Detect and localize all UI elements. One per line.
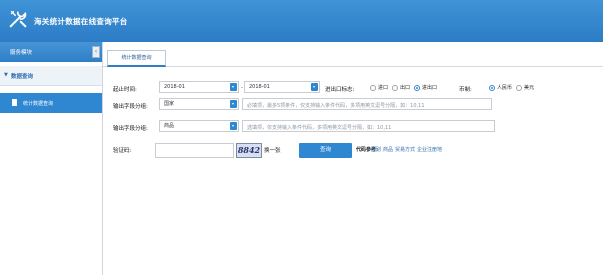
code-link-trade-mode[interactable]: 贸易方式 xyxy=(395,146,415,153)
document-icon xyxy=(12,99,17,106)
code-link-company-region[interactable]: 企业注册地 xyxy=(417,146,442,153)
radio-usd[interactable] xyxy=(516,84,523,91)
end-date-select[interactable]: 2018-01 xyxy=(244,81,320,93)
radio-import-export[interactable] xyxy=(414,84,421,91)
direction-label: 进出口标志: xyxy=(325,87,355,93)
chevron-down-icon xyxy=(230,83,237,91)
app-header: 海关统计数据在线查询平台 xyxy=(0,0,603,42)
group1-select[interactable]: 国家 xyxy=(159,98,239,110)
tab-strip: 统计数据查询 xyxy=(103,47,603,67)
captcha-label: 验证码: xyxy=(113,148,132,154)
caret-down-icon: ▼ xyxy=(4,72,8,78)
refresh-captcha-link[interactable]: 换一张 xyxy=(264,146,281,154)
group1-value: 国家 xyxy=(164,101,175,107)
group1-row: 输出字段分组: 国家 必填项，最多5项条件，仅支持输入条件代码，多项用英文逗号分… xyxy=(107,98,603,113)
app-title: 海关统计数据在线查询平台 xyxy=(34,17,128,26)
captcha-image[interactable]: 8842 xyxy=(236,143,262,158)
chevron-down-icon xyxy=(311,83,318,91)
collapse-sidebar-button[interactable]: ‹ xyxy=(92,46,100,58)
sidebar-section-data-query[interactable]: ▼ 数据查询 xyxy=(0,66,102,86)
sidebar-item-label: 统计数据查询 xyxy=(23,100,54,107)
start-date-value: 2018-01 xyxy=(164,84,185,90)
group2-select[interactable]: 商品 xyxy=(159,120,239,132)
chevron-down-icon xyxy=(230,122,237,130)
chevron-down-icon xyxy=(230,100,237,108)
tab-stats-query[interactable]: 统计数据查询 xyxy=(107,50,166,67)
query-button[interactable]: 查询 xyxy=(299,143,352,158)
code-link-commodity[interactable]: 商品 xyxy=(383,146,393,153)
radio-export-label: 出口 xyxy=(400,85,411,91)
radio-import-label: 进口 xyxy=(378,85,389,91)
radio-import-export-label: 进出口 xyxy=(422,85,438,91)
radio-usd-label: 美元 xyxy=(524,85,535,91)
group1-codes-input[interactable]: 必填项，最多5项条件，仅支持输入条件代码，多项用英文逗号分隔，如：10,11 xyxy=(242,98,492,110)
radio-cny[interactable] xyxy=(489,84,495,91)
group1-label: 输出字段分组: xyxy=(113,104,148,110)
group1-hint: 必填项，最多5项条件，仅支持输入条件代码，多项用英文逗号分隔，如：10,11 xyxy=(247,103,425,109)
currency-radio-group: 人民币 美元 xyxy=(489,84,536,91)
radio-cny-label: 人民币 xyxy=(497,85,513,91)
sidebar-section-label: 数据查询 xyxy=(11,74,34,80)
sidebar-header-label: 服务模块 xyxy=(10,50,33,56)
sidebar-item-stats-query[interactable]: 统计数据查询 xyxy=(0,93,102,113)
sidebar: 服务模块 ‹ ▼ 数据查询 统计数据查询 xyxy=(0,42,103,275)
group2-codes-input[interactable]: 选填项，仅支持输入条件代码，多项用英文逗号分隔，如：10,11 xyxy=(242,120,495,132)
time-row: 起止时间: 2018-01 - 2018-01 进出口标志: 进口 出口 进出口… xyxy=(107,81,603,96)
start-date-select[interactable]: 2018-01 xyxy=(159,81,239,93)
direction-radio-group: 进口 出口 进出口 xyxy=(370,84,439,91)
group2-label: 输出字段分组: xyxy=(113,126,148,132)
sidebar-header: 服务模块 ‹ xyxy=(0,42,102,62)
radio-import[interactable] xyxy=(370,84,376,91)
end-date-value: 2018-01 xyxy=(249,84,270,90)
code-links: 国别 商品 贸易方式 企业注册地 xyxy=(371,146,442,153)
currency-label: 币制: xyxy=(459,87,472,93)
time-range-label: 起止时间: xyxy=(113,87,137,93)
tools-logo-icon xyxy=(9,10,27,28)
group2-row: 输出字段分组: 商品 选填项，仅支持输入条件代码，多项用英文逗号分隔，如：10,… xyxy=(107,120,603,135)
radio-export[interactable] xyxy=(392,84,399,91)
range-dash: - xyxy=(241,85,243,91)
group2-hint: 选填项，仅支持输入条件代码，多项用英文逗号分隔，如：10,11 xyxy=(247,125,392,131)
captcha-input[interactable] xyxy=(155,143,234,158)
main-panel: 统计数据查询 起止时间: 2018-01 - 2018-01 进出口标志: 进口… xyxy=(103,42,603,275)
group2-value: 商品 xyxy=(164,123,175,129)
code-link-country[interactable]: 国别 xyxy=(371,146,381,153)
